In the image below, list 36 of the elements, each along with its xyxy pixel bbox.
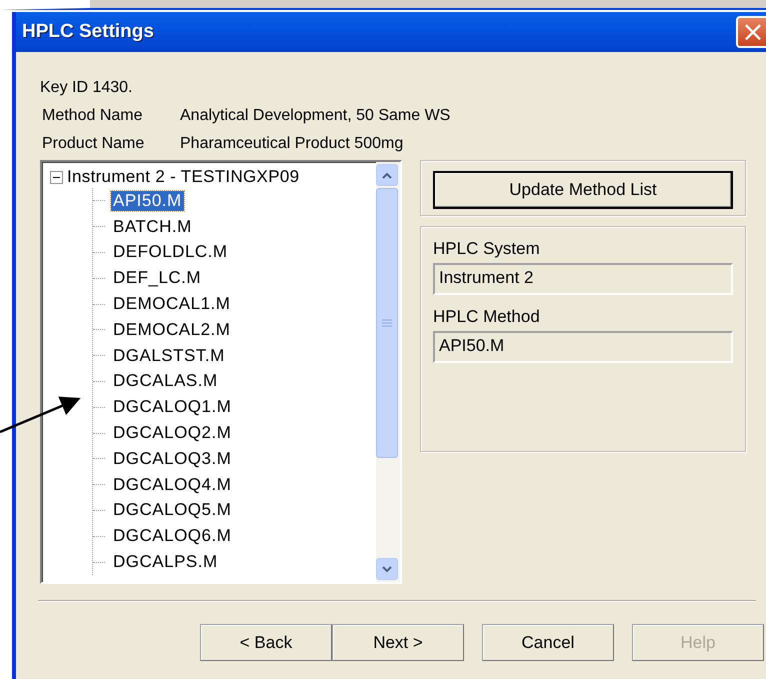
key-id-text: Key ID 1430. [40,79,132,97]
field-label: Product Name [41,135,146,153]
tree-item[interactable]: DGCALOQ3.M [111,448,234,469]
tree-item[interactable]: DGCALPS.M [111,552,220,572]
tree-item[interactable]: DGCALOQ5.M [111,500,234,520]
field-value: Pharamceutical Product 500mg [180,135,404,153]
field-label: HPLC Method [433,307,541,327]
tree-item[interactable]: DGCALOQ6.M [111,526,234,546]
window-title: HPLC Settings [22,21,154,43]
dialog-button[interactable]: < Back [200,624,332,661]
tree-item[interactable]: DGALSTST.M [111,346,227,366]
scroll-down-icon[interactable] [376,558,398,580]
system-field[interactable]: Instrument 2 [433,263,733,295]
tree-item[interactable]: DEFOLDLC.M [111,242,230,262]
tree-item[interactable]: API50.M [111,190,184,211]
scroll-up-icon[interactable] [376,164,398,186]
dialog-button[interactable]: Next > [332,624,464,661]
field-value: Analytical Development, 50 Same WS [180,107,450,125]
collapse-icon[interactable] [50,170,63,184]
tree-item[interactable]: DEMOCAL2.M [111,320,232,340]
field-label: HPLC System [433,239,541,259]
tree-item[interactable]: DGCALOQ2.M [111,423,234,444]
tree-item[interactable]: DGCALAS.M [111,371,220,392]
tree-item[interactable]: DEF_LC.M [111,268,204,288]
update-method-list-button[interactable]: Update Method List [433,171,733,209]
tree-item[interactable]: DEMOCAL1.M [111,294,232,314]
tree-item[interactable]: DGCALOQ1.M [111,397,234,418]
scrollbar[interactable] [376,162,400,582]
dialog-button[interactable]: Cancel [482,624,614,661]
field-label: Method Name [41,107,144,125]
method-field[interactable]: API50.M [433,331,733,363]
close-button[interactable]: × [736,16,766,48]
tree-item[interactable]: BATCH.M [111,216,194,237]
tree-node[interactable]: Instrument 2 - TESTINGXP09 [67,167,300,187]
scroll-thumb[interactable] [376,188,398,458]
tree-item[interactable]: DGCALOQ4.M [111,474,234,495]
